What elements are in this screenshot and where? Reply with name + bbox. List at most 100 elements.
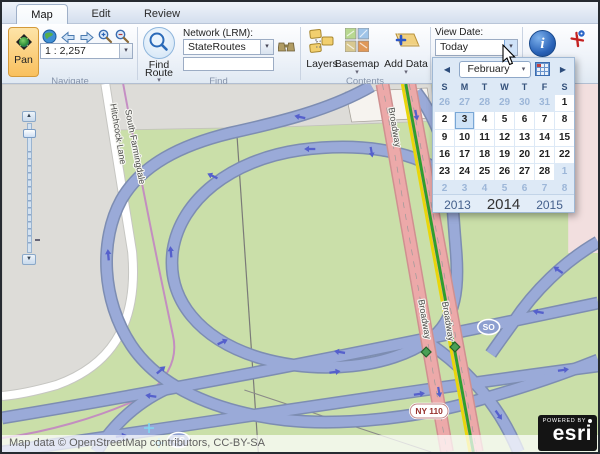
ny-110-shield: NY 110 bbox=[410, 404, 448, 418]
calendar-month-dropdown-caret[interactable]: ▾ bbox=[517, 62, 530, 77]
map-scale-combobox[interactable]: 1 : 2,257 ▾ bbox=[40, 43, 133, 59]
esri-brand-text: esri bbox=[538, 424, 592, 444]
calendar-day[interactable]: 7 bbox=[535, 112, 554, 128]
view-date-label: View Date: bbox=[435, 27, 483, 38]
add-data-icon[interactable] bbox=[388, 28, 421, 54]
calendar-day[interactable]: 28 bbox=[535, 164, 554, 180]
calendar-day[interactable]: 26 bbox=[435, 95, 454, 111]
map-attribution: Map data © OpenStreetMap contributors, C… bbox=[2, 435, 598, 452]
search-icon bbox=[144, 28, 174, 58]
calendar-day-header: T bbox=[475, 82, 494, 93]
calendar-day-grid: 2627282930311234567891011121314151617181… bbox=[435, 95, 574, 198]
svg-text:SO: SO bbox=[483, 322, 496, 332]
zoom-slider-handle[interactable] bbox=[23, 129, 36, 138]
zoom-out-icon[interactable] bbox=[115, 29, 130, 44]
binoculars-search-icon[interactable] bbox=[278, 40, 295, 53]
calendar-day-header: S bbox=[555, 82, 574, 93]
pan-label: Pan bbox=[9, 54, 38, 66]
calendar-day-header: M bbox=[455, 82, 474, 93]
basemap-dropdown-caret[interactable]: ▾ bbox=[334, 68, 380, 76]
calendar-day[interactable]: 17 bbox=[455, 147, 474, 163]
calendar-day[interactable]: 29 bbox=[495, 95, 514, 111]
calendar-next-month-button[interactable]: ▶ bbox=[557, 62, 569, 78]
calendar-day[interactable]: 21 bbox=[535, 147, 554, 163]
conflict-notification-icon[interactable] bbox=[568, 29, 587, 48]
group-separator bbox=[430, 27, 431, 80]
calendar-day[interactable]: 15 bbox=[555, 130, 574, 146]
network-combobox[interactable]: StateRoutes ▾ bbox=[183, 39, 274, 55]
calendar-year-current[interactable]: 2014 bbox=[487, 196, 520, 213]
zoom-slider-down-button[interactable]: ▼ bbox=[22, 254, 36, 265]
mouse-cursor bbox=[502, 44, 518, 68]
network-lrm-label: Network (LRM): bbox=[183, 28, 253, 39]
zoom-in-icon[interactable] bbox=[98, 29, 113, 44]
calendar-prev-month-button[interactable]: ◀ bbox=[441, 62, 453, 78]
calendar-day[interactable]: 2 bbox=[435, 112, 454, 128]
full-extent-globe-icon[interactable] bbox=[42, 29, 57, 44]
tab-map[interactable]: Map bbox=[16, 4, 68, 24]
zoom-slider-minus-mark bbox=[35, 239, 40, 241]
calendar-day[interactable]: 16 bbox=[435, 147, 454, 163]
tab-review[interactable]: Review bbox=[134, 4, 190, 24]
calendar-day[interactable]: 11 bbox=[475, 130, 494, 146]
calendar-month-combobox[interactable]: February ▾ bbox=[459, 61, 531, 78]
calendar-day[interactable]: 27 bbox=[515, 164, 534, 180]
identify-info-button[interactable]: i bbox=[529, 30, 556, 57]
map-scale-value: 1 : 2,257 bbox=[41, 44, 119, 58]
network-dropdown-button[interactable]: ▾ bbox=[260, 40, 273, 54]
calendar-day[interactable]: 28 bbox=[475, 95, 494, 111]
calendar-day[interactable]: 1 bbox=[555, 95, 574, 111]
calendar-day[interactable]: 9 bbox=[435, 130, 454, 146]
calendar-year-selector: 2013 2014 2015 bbox=[433, 194, 574, 212]
pan-tool-button[interactable]: Pan bbox=[8, 27, 39, 77]
find-route-button[interactable] bbox=[143, 27, 175, 59]
esri-logo: POWERED BY esri bbox=[538, 415, 597, 451]
pan-icon bbox=[14, 32, 34, 52]
calendar-day[interactable]: 26 bbox=[495, 164, 514, 180]
network-value: StateRoutes bbox=[184, 40, 260, 54]
calendar-year[interactable]: 2015 bbox=[536, 198, 563, 212]
calendar-day[interactable]: 20 bbox=[515, 147, 534, 163]
add-data-dropdown-caret[interactable]: ▾ bbox=[382, 68, 430, 76]
calendar-day[interactable]: 1 bbox=[555, 164, 574, 180]
calendar-day-header: T bbox=[515, 82, 534, 93]
scale-dropdown-button[interactable]: ▾ bbox=[119, 44, 132, 58]
calendar-day-header: S bbox=[435, 82, 454, 93]
calendar-day[interactable]: 31 bbox=[535, 95, 554, 111]
calendar-year[interactable]: 2013 bbox=[444, 198, 471, 212]
view-date-value: Today bbox=[436, 40, 504, 55]
calendar-day[interactable]: 13 bbox=[515, 130, 534, 146]
calendar-day[interactable]: 10 bbox=[455, 130, 474, 146]
calendar-day-header: W bbox=[495, 82, 514, 93]
zoom-slider-up-button[interactable]: ▲ bbox=[22, 111, 36, 122]
calendar-day[interactable]: 23 bbox=[435, 164, 454, 180]
app-window: Map Edit Review Pan bbox=[0, 0, 600, 454]
svg-text:NY 110: NY 110 bbox=[415, 406, 443, 416]
calendar-day[interactable]: 4 bbox=[475, 112, 494, 128]
parkway-shield: SO bbox=[478, 320, 500, 335]
date-picker-calendar: ◀ February ▾ ▶ SMTWTFS 26272829303112345… bbox=[432, 57, 575, 213]
calendar-day-headers: SMTWTFS bbox=[435, 82, 574, 93]
tab-edit[interactable]: Edit bbox=[78, 4, 124, 24]
ribbon-tab-bar: Map Edit Review bbox=[2, 2, 598, 24]
calendar-day[interactable]: 5 bbox=[495, 112, 514, 128]
route-search-input[interactable] bbox=[183, 57, 274, 71]
calendar-day[interactable]: 22 bbox=[555, 147, 574, 163]
zoom-slider-ticks bbox=[28, 151, 31, 246]
calendar-grid-icon[interactable] bbox=[535, 62, 550, 76]
calendar-day[interactable]: 19 bbox=[495, 147, 514, 163]
group-separator bbox=[300, 27, 301, 80]
layers-icon[interactable] bbox=[308, 28, 335, 54]
basemap-icon[interactable] bbox=[345, 28, 369, 52]
calendar-day-header: F bbox=[535, 82, 554, 93]
calendar-day[interactable]: 24 bbox=[455, 164, 474, 180]
calendar-day[interactable]: 14 bbox=[535, 130, 554, 146]
calendar-day[interactable]: 25 bbox=[475, 164, 494, 180]
calendar-day[interactable]: 30 bbox=[515, 95, 534, 111]
calendar-day[interactable]: 8 bbox=[555, 112, 574, 128]
calendar-day[interactable]: 12 bbox=[495, 130, 514, 146]
calendar-day[interactable]: 27 bbox=[455, 95, 474, 111]
calendar-day[interactable]: 18 bbox=[475, 147, 494, 163]
calendar-day-selected[interactable]: 3 bbox=[455, 112, 474, 128]
calendar-day[interactable]: 6 bbox=[515, 112, 534, 128]
